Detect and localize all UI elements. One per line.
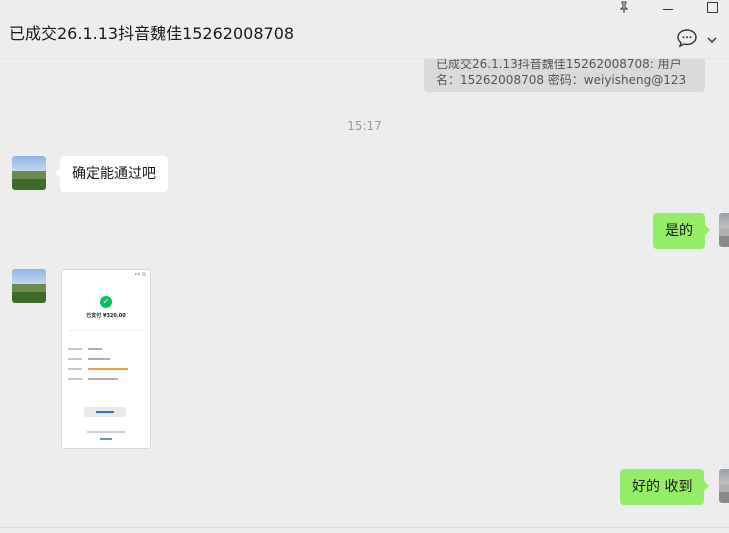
message-timestamp: 15:17 [347,119,382,133]
maximize-icon[interactable] [704,0,720,14]
more-icon: •• ⊙ [134,272,146,278]
success-check-icon: ✓ [100,296,112,308]
outgoing-message[interactable]: 是的 [653,213,710,249]
message-input-area[interactable] [0,528,729,533]
chat-title: 已成交26.1.13抖音魏佳15262008708 [9,24,295,43]
chat-history[interactable]: 已成交26.1.13抖音魏佳15262008708: 用户名：152620087… [0,59,729,527]
title-bar: 已成交26.1.13抖音魏佳15262008708 [0,0,729,58]
incoming-message[interactable]: 确定能通过吧 [55,156,168,192]
chat-bubble-icon[interactable] [676,28,698,48]
contact-avatar[interactable] [12,156,46,190]
minimize-icon[interactable] [660,0,676,14]
my-avatar[interactable] [719,213,729,247]
pin-icon[interactable] [616,0,632,14]
paid-amount: 已支付 ¥320.00 [86,313,126,319]
quoted-message[interactable]: 已成交26.1.13抖音魏佳15262008708: 用户名：152620087… [424,59,705,92]
payment-screenshot-image[interactable]: •• ⊙ ✓ 已支付 ¥320.00 [61,269,151,449]
done-button-in-image [84,407,126,417]
contact-avatar[interactable] [12,269,46,303]
chevron-down-icon[interactable] [706,31,718,43]
outgoing-message[interactable]: 好的 收到 [620,469,710,505]
my-avatar[interactable] [719,469,729,503]
